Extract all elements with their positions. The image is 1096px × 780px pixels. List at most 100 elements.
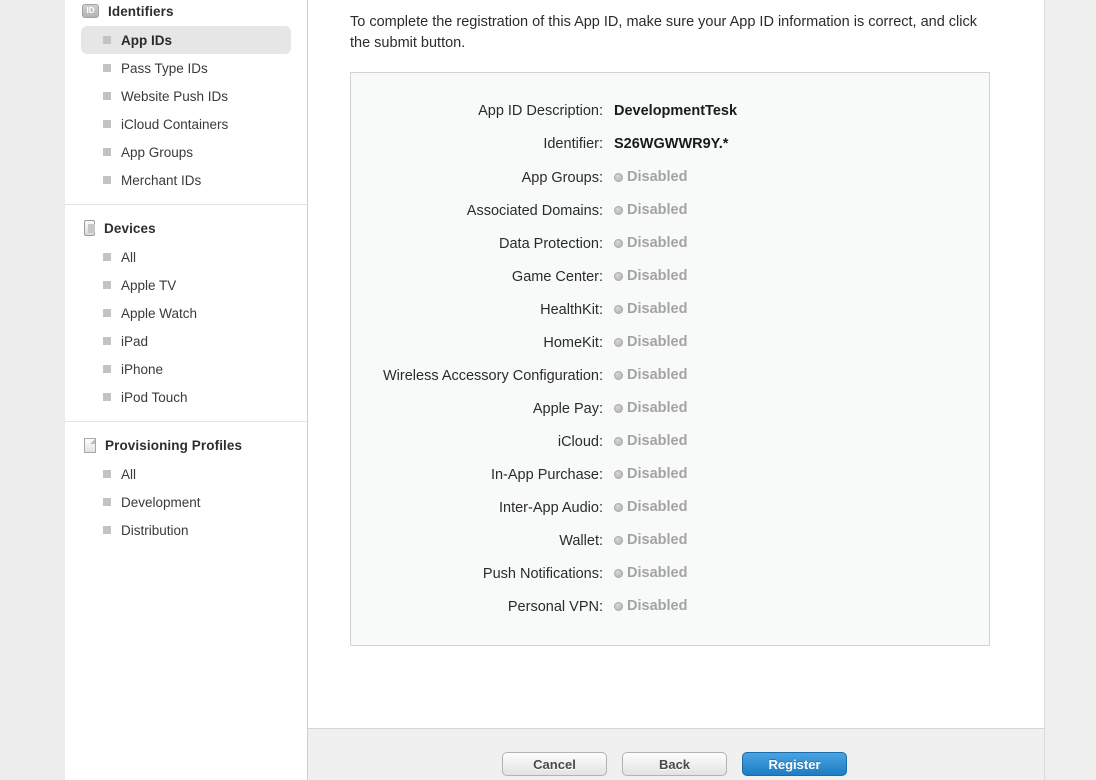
detail-label: Apple Pay: (532, 400, 603, 417)
detail-value-text: Disabled (627, 301, 688, 317)
detail-value: Disabled (614, 268, 687, 284)
detail-value: Disabled (614, 202, 687, 218)
section-header: ID Identifiers (65, 0, 307, 22)
sidebar-item-merchant-ids[interactable]: Merchant IDs (81, 166, 291, 194)
bullet-icon (103, 498, 111, 506)
nav-section-identifiers: ID Identifiers App IDs Pass Type IDs Website… (65, 0, 307, 194)
document-icon (84, 437, 96, 453)
section-header: Provisioning Profiles (65, 434, 307, 456)
sidebar-item-development[interactable]: Development (81, 488, 291, 516)
right-gutter (1044, 0, 1096, 780)
detail-value-text: Disabled (627, 334, 688, 350)
section-title: Devices (104, 220, 156, 236)
status-indicator-icon (614, 271, 623, 281)
sidebar-item-distribution[interactable]: Distribution (81, 516, 291, 544)
sidebar-item-app-groups[interactable]: App Groups (81, 138, 291, 166)
sidebar-item-label: iPhone (121, 361, 164, 377)
bullet-icon (103, 253, 111, 261)
detail-label: In-App Purchase: (490, 466, 603, 483)
detail-row: Apple Pay: Disabled (351, 400, 989, 433)
detail-row: Wireless Accessory Configuration: Disable… (351, 367, 989, 400)
detail-label: Associated Domains: (466, 202, 603, 219)
detail-label: Wallet: (559, 532, 603, 549)
detail-label: Data Protection: (499, 235, 603, 252)
detail-label: HomeKit: (543, 334, 603, 351)
detail-value: Disabled (614, 367, 687, 383)
sidebar-item-label: iPad (121, 333, 149, 349)
footer-bar: Cancel Back Register (308, 728, 1044, 780)
status-indicator-icon (614, 535, 623, 545)
detail-value: Disabled (614, 235, 687, 251)
sidebar-item-label: Website Push IDs (121, 88, 229, 104)
status-indicator-icon (614, 601, 623, 611)
sidebar-item-ipod-touch[interactable]: iPod Touch (81, 383, 291, 411)
detail-row: HealthKit: Disabled (351, 301, 989, 334)
sidebar-item-apple-tv[interactable]: Apple TV (81, 271, 291, 299)
sidebar-item-label: Development (121, 494, 201, 510)
intro-instructions: To complete the registration of this App… (350, 14, 978, 51)
bullet-icon (103, 393, 111, 401)
detail-value: Disabled (614, 565, 687, 581)
bullet-icon (103, 120, 111, 128)
detail-value-text: Disabled (627, 169, 688, 185)
detail-label: Game Center: (511, 268, 603, 285)
detail-value-text: Disabled (627, 235, 688, 251)
status-indicator-icon (614, 304, 623, 314)
bullet-icon (103, 309, 111, 317)
sidebar-item-app-ids[interactable]: App IDs (81, 26, 291, 54)
sidebar-item-apple-watch[interactable]: Apple Watch (81, 299, 291, 327)
sidebar-item-website-push-ids[interactable]: Website Push IDs (81, 82, 291, 110)
sidebar-item-label: iCloud Containers (121, 116, 229, 132)
detail-label: Personal VPN: (507, 598, 603, 615)
detail-row: iCloud: Disabled (351, 433, 989, 466)
status-indicator-icon (614, 502, 623, 512)
detail-value-text: Disabled (627, 367, 688, 383)
bullet-icon (103, 64, 111, 72)
detail-label: Wireless Accessory Configuration: (383, 367, 603, 384)
status-indicator-icon (614, 205, 623, 215)
detail-row: Associated Domains: Disabled (351, 202, 989, 235)
sidebar-item-label: All (121, 466, 137, 482)
detail-value-text: Disabled (627, 598, 688, 614)
bullet-icon (103, 92, 111, 100)
detail-value: Disabled (614, 169, 687, 185)
cancel-button[interactable]: Cancel (502, 752, 607, 776)
detail-value: S26WGWWR9Y.* (614, 136, 729, 152)
detail-value: Disabled (614, 532, 687, 548)
detail-row: App ID Description: DevelopmentTesk (351, 103, 989, 136)
bullet-icon (103, 337, 111, 345)
sidebar-item-all[interactable]: All (81, 243, 291, 271)
sidebar-item-label: Apple Watch (121, 305, 198, 321)
section-title: Provisioning Profiles (105, 437, 243, 453)
left-gutter (0, 0, 65, 780)
register-button[interactable]: Register (742, 752, 847, 776)
detail-value: Disabled (614, 334, 687, 350)
detail-row: Game Center: Disabled (351, 268, 989, 301)
sidebar-item-label: iPod Touch (121, 389, 188, 405)
detail-row: Personal VPN: Disabled (351, 598, 989, 631)
sidebar-item-label: Distribution (121, 522, 189, 538)
detail-value: Disabled (614, 433, 687, 449)
detail-label: Inter-App Audio: (499, 499, 603, 516)
detail-value-text: Disabled (627, 202, 688, 218)
nav-section-provisioning-profiles: Provisioning Profiles All Development Distr… (65, 421, 307, 544)
id-badge-icon: ID (82, 4, 99, 18)
sidebar: ID Identifiers App IDs Pass Type IDs Website… (65, 0, 308, 780)
detail-row: Inter-App Audio: Disabled (351, 499, 989, 532)
sidebar-item-pass-type-ids[interactable]: Pass Type IDs (81, 54, 291, 82)
sidebar-item-icloud-containers[interactable]: iCloud Containers (81, 110, 291, 138)
section-title: Identifiers (108, 3, 174, 19)
detail-row: Push Notifications: Disabled (351, 565, 989, 598)
sidebar-item-label: All (121, 249, 137, 265)
bullet-icon (103, 176, 111, 184)
sidebar-item-ipad[interactable]: iPad (81, 327, 291, 355)
detail-value: Disabled (614, 499, 687, 515)
device-phone-icon (84, 220, 95, 236)
section-header: Devices (65, 217, 307, 239)
detail-value-text: Disabled (627, 466, 688, 482)
detail-value: Disabled (614, 466, 687, 482)
detail-value-text: Disabled (627, 400, 688, 416)
back-button[interactable]: Back (622, 752, 727, 776)
sidebar-item-all[interactable]: All (81, 460, 291, 488)
sidebar-item-iphone[interactable]: iPhone (81, 355, 291, 383)
